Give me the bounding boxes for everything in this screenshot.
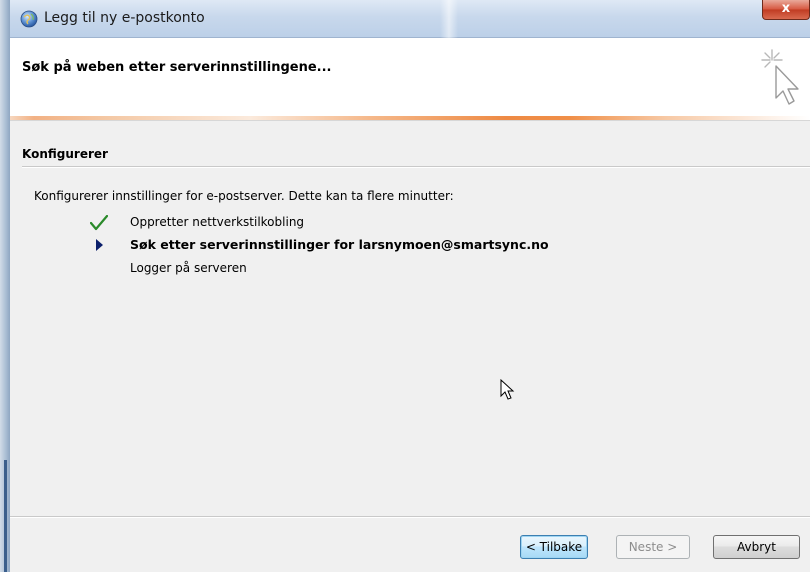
- wizard-cursor-icon: [761, 49, 799, 105]
- close-button[interactable]: x: [762, 0, 810, 20]
- triangle-right-icon: [96, 239, 103, 251]
- section-title: Konfigurerer: [22, 147, 108, 161]
- next-button[interactable]: Neste >: [616, 535, 690, 559]
- dialog-header: Søk på weben etter serverinnstillingene.…: [10, 38, 810, 118]
- title-bar[interactable]: Legg til ny e-postkonto x: [10, 0, 810, 38]
- step-logging-on: Logger på serveren: [130, 261, 247, 275]
- section-separator: [22, 166, 810, 167]
- checkmark-icon: [90, 215, 108, 231]
- mouse-pointer-icon: [500, 379, 515, 400]
- intro-text: Konfigurerer innstillinger for e-postser…: [34, 189, 454, 203]
- back-button[interactable]: < Tilbake: [520, 535, 588, 559]
- button-row-separator: [10, 516, 810, 517]
- step-search-server-settings: Søk etter serverinnstillinger for larsny…: [130, 237, 549, 252]
- window-frame-edge: [0, 0, 10, 572]
- content-area: Konfigurerer Konfigurerer innstillinger …: [10, 120, 810, 572]
- window-title: Legg til ny e-postkonto: [44, 10, 205, 26]
- title-bar-glass-stripe: [440, 0, 458, 38]
- outlook-globe-icon: [20, 10, 38, 28]
- add-email-account-dialog: Legg til ny e-postkonto x Søk på weben e…: [0, 0, 810, 572]
- frame-shadow-bar: [4, 460, 7, 572]
- cancel-button[interactable]: Avbryt: [713, 535, 800, 559]
- header-title: Søk på weben etter serverinnstillingene.…: [22, 60, 332, 75]
- close-icon: x: [781, 1, 791, 16]
- step-network-connection: Oppretter nettverkstilkobling: [130, 215, 305, 229]
